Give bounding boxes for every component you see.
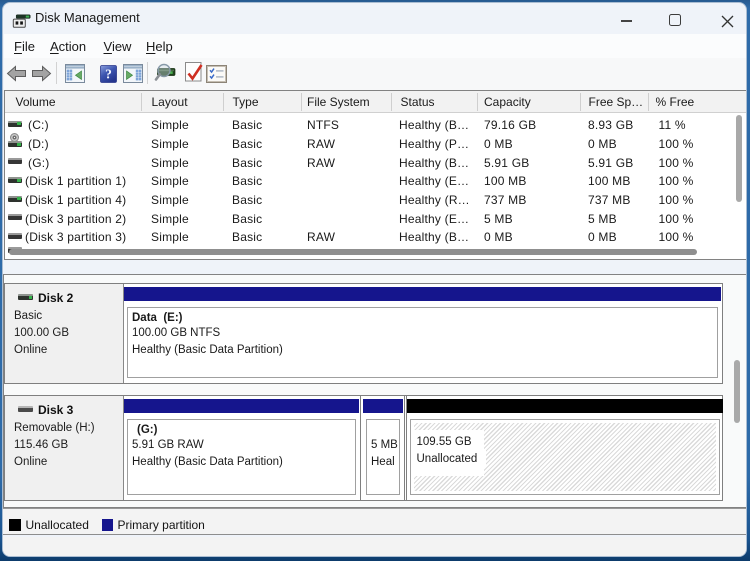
svg-text:?: ? <box>105 67 112 82</box>
